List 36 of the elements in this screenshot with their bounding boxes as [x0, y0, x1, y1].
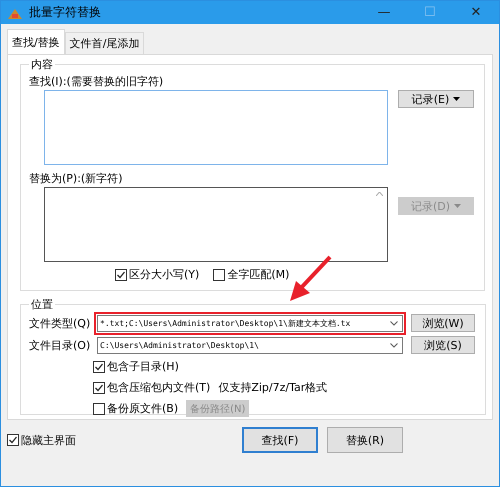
checkbox[interactable]	[213, 268, 226, 280]
browse-button[interactable]: 浏览(S)	[411, 336, 475, 354]
checkbox[interactable]	[115, 268, 127, 280]
history-button[interactable]: 记录(E)	[398, 90, 474, 108]
checkbox[interactable]	[7, 434, 19, 446]
field-label: 查找(I):(需要替换的旧字符)	[29, 74, 164, 88]
field-label: 文件目录(O)	[29, 338, 91, 352]
checkbox[interactable]	[93, 360, 105, 372]
hint-text: 仅支持Zip/7z/Tar格式	[218, 380, 328, 395]
dropdown-icon[interactable]	[390, 320, 398, 326]
browse-button[interactable]: 浏览(W)	[411, 314, 475, 332]
tab[interactable]: 文件首/尾添加	[64, 32, 144, 54]
action-button[interactable]: 替换(R)	[327, 427, 403, 453]
replace-text-area[interactable]	[44, 187, 388, 262]
checkbox[interactable]	[93, 402, 105, 414]
field-label: 替换为(P):(新字符)	[29, 171, 124, 185]
checkbox[interactable]	[93, 382, 105, 394]
checkbox-label: 备份原文件(B)	[107, 401, 178, 416]
group-title: 内容	[30, 57, 54, 72]
checkbox-label: 全字匹配(M)	[227, 267, 290, 282]
action-button[interactable]: 查找(F)	[242, 427, 318, 453]
tab[interactable]: 查找/替换	[7, 29, 65, 54]
path-combo-box[interactable]: C:\Users\Administrator\Desktop\1\	[97, 336, 403, 354]
dropdown-icon[interactable]	[390, 342, 398, 348]
checkbox-label: 区分大小写(Y)	[129, 267, 200, 282]
path-combo-box[interactable]: *.txt;C:\Users\Administrator\Desktop\1\新建文本文档.tx	[97, 314, 403, 332]
checkbox-label: 包含压缩包内文件(T)	[107, 380, 210, 395]
checkbox-label: 隐藏主界面	[21, 432, 76, 448]
close-button[interactable]: ✕	[453, 5, 499, 20]
caret-icon	[453, 97, 460, 101]
window-title: 批量字符替换	[29, 4, 102, 21]
caret-icon	[454, 204, 462, 208]
checkbox-label: 包含子目录(H)	[107, 359, 179, 374]
minimize-button[interactable]: —	[361, 5, 407, 20]
group-title: 位置	[30, 297, 54, 312]
field-label: 文件类型(Q)	[29, 316, 91, 330]
